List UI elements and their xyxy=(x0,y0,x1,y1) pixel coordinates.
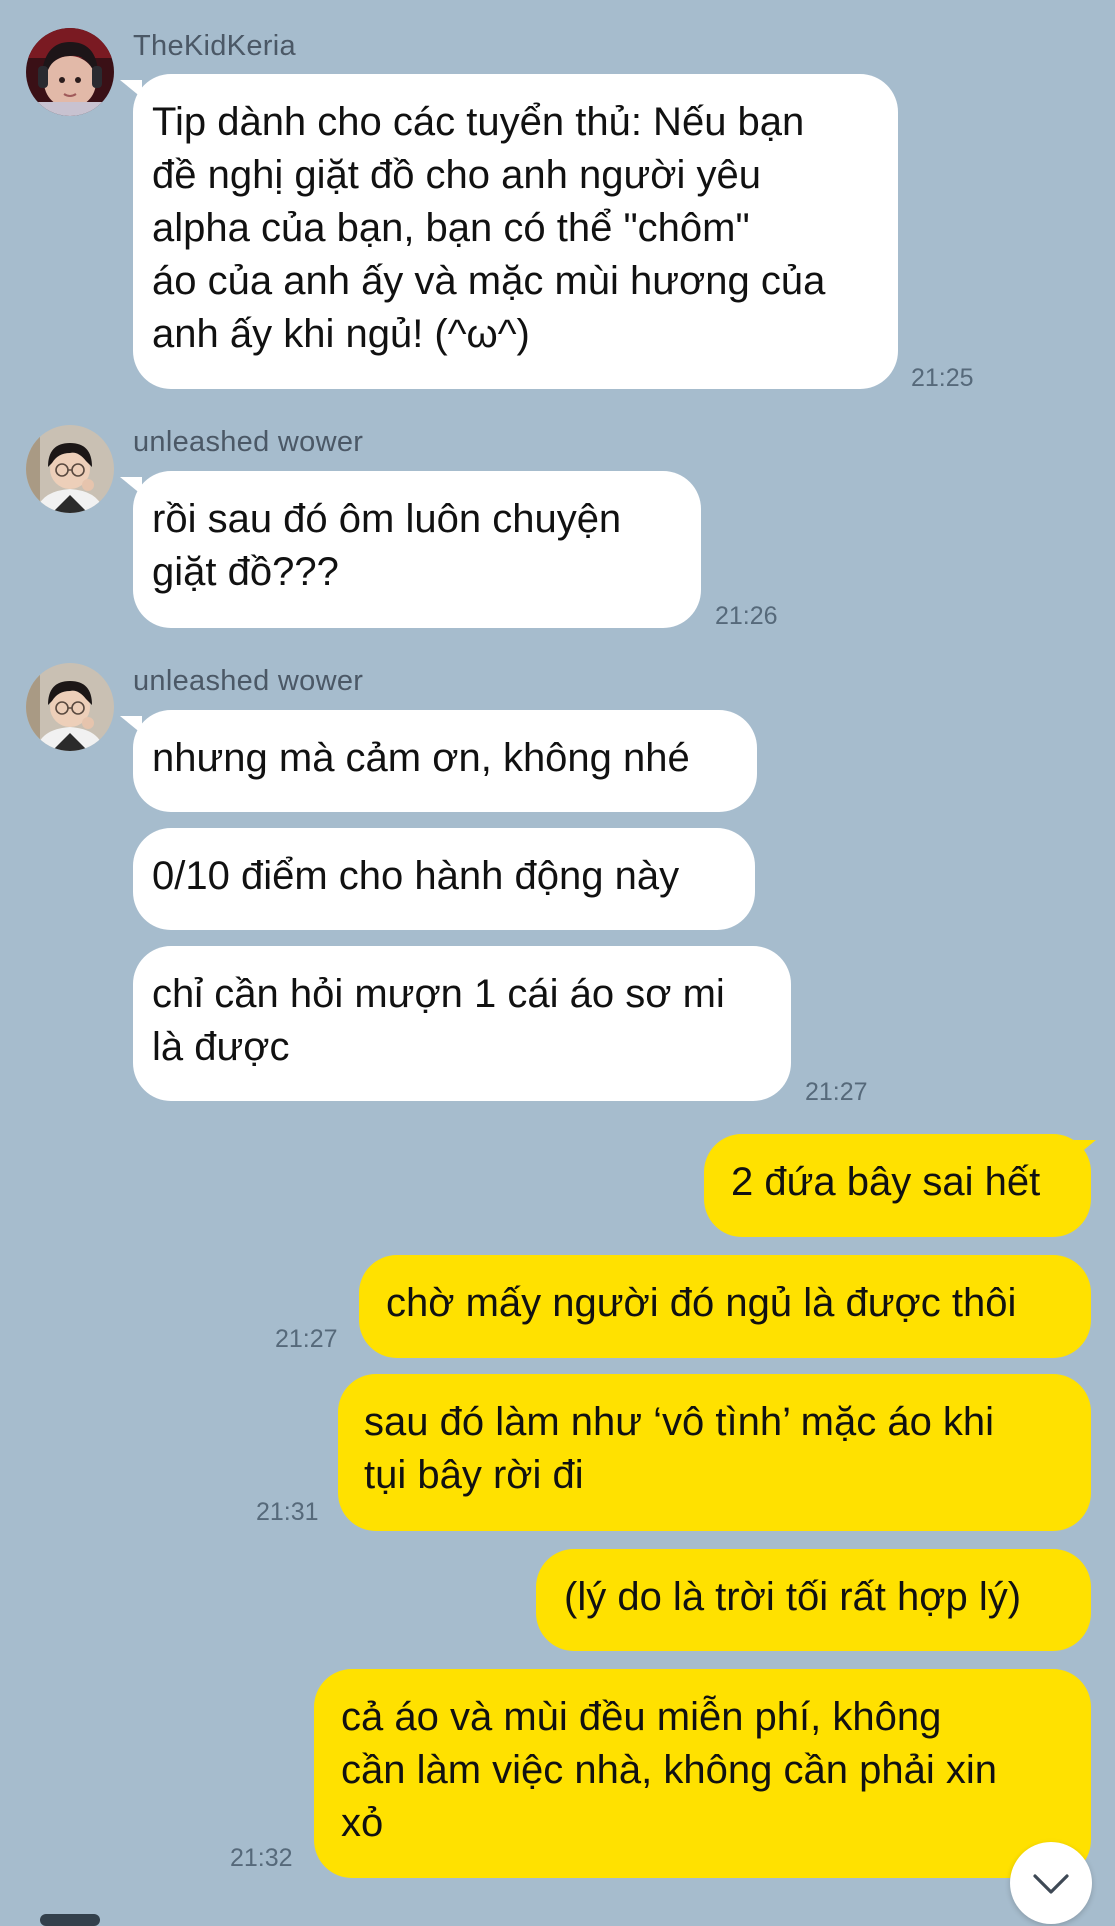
chat-view[interactable]: TheKidKeria Tip dành cho các tuyển thủ: … xyxy=(0,0,1115,1926)
message-time: 21:32 xyxy=(230,1844,293,1872)
message-bubble[interactable]: 2 đứa bây sai hết xyxy=(704,1134,1091,1237)
sender-name: unleashed wower xyxy=(133,426,364,458)
message-time: 21:31 xyxy=(256,1498,319,1526)
message-bubble[interactable]: Tip dành cho các tuyển thủ: Nếu bạn đề n… xyxy=(133,74,898,389)
message-bubble[interactable]: nhưng mà cảm ơn, không nhé xyxy=(133,710,757,812)
message-bubble[interactable]: 0/10 điểm cho hành động này xyxy=(133,828,755,930)
message-bubble[interactable]: chỉ cần hỏi mượn 1 cái áo sơ mi là được xyxy=(133,946,791,1101)
sender-name: TheKidKeria xyxy=(133,30,296,62)
avatar-thekidkeria[interactable] xyxy=(26,28,114,116)
message-bubble[interactable]: chờ mấy người đó ngủ là được thôi xyxy=(359,1255,1091,1358)
sender-name: unleashed wower xyxy=(133,665,364,697)
message-time: 21:27 xyxy=(275,1325,338,1353)
avatar-unleashed-wower[interactable] xyxy=(26,663,114,751)
message-bubble[interactable]: cả áo và mùi đều miễn phí, không cần làm… xyxy=(314,1669,1091,1878)
message-time: 21:27 xyxy=(805,1078,868,1106)
message-time: 21:26 xyxy=(715,602,778,630)
message-bubble[interactable]: rồi sau đó ôm luôn chuyện giặt đồ??? xyxy=(133,471,701,628)
input-bar-edge xyxy=(40,1914,100,1926)
chevron-down-icon xyxy=(1033,1874,1069,1894)
message-time: 21:25 xyxy=(911,364,974,392)
message-bubble[interactable]: (lý do là trời tối rất hợp lý) xyxy=(536,1549,1091,1651)
scroll-to-bottom-button[interactable] xyxy=(1010,1842,1092,1924)
message-bubble[interactable]: sau đó làm như ‘vô tình’ mặc áo khi tụi … xyxy=(338,1374,1091,1531)
avatar-unleashed-wower[interactable] xyxy=(26,425,114,513)
